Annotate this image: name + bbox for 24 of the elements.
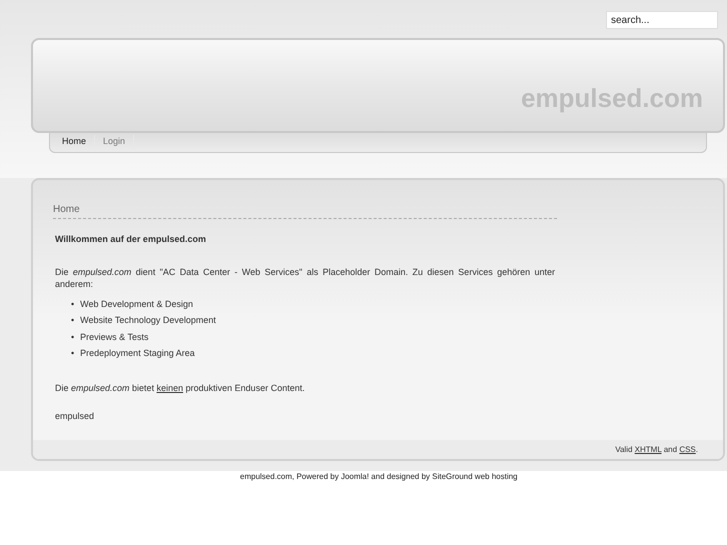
intro-paragraph: Die empulsed.com dient "AC Data Center - Web Services" als Placeholder Domain. Zu diesen Services gehören unter anderem: (55, 266, 555, 290)
article-heading: Willkommen auf der empulsed.com (55, 233, 207, 246)
note-text: Die empulsed.com bietet (55, 382, 154, 392)
search-field[interactable]: search... (606, 11, 718, 29)
bullet-mark: • (71, 347, 74, 360)
list-item: Previews & Tests (80, 330, 149, 344)
bullet-mark: • (71, 314, 74, 327)
validator-link[interactable]: XHTML (634, 444, 662, 454)
bullet-mark: • (71, 330, 74, 344)
nav-tab[interactable]: Login (95, 134, 134, 148)
validator-link[interactable]: CSS (679, 444, 696, 454)
footer-text: and (664, 444, 678, 454)
footer-text: . (696, 444, 698, 454)
signature: empulsed (55, 410, 96, 423)
note-text: produktiven Enduser Content. (186, 382, 305, 392)
list-item: Website Technology Development (80, 314, 216, 327)
credits-text: empulsed.com, Powered by Joomla! and designed by SiteGround web hosting (240, 472, 518, 481)
inline-link[interactable]: keinen (156, 382, 184, 392)
bullet-mark: • (71, 298, 74, 310)
nav-tab[interactable]: Home (54, 134, 96, 148)
footer-text: Valid (615, 444, 632, 454)
list-item: Web Development & Design (80, 298, 194, 311)
list-item: Predeployment Staging Area (80, 347, 195, 360)
breadcrumb: Home (53, 202, 557, 219)
